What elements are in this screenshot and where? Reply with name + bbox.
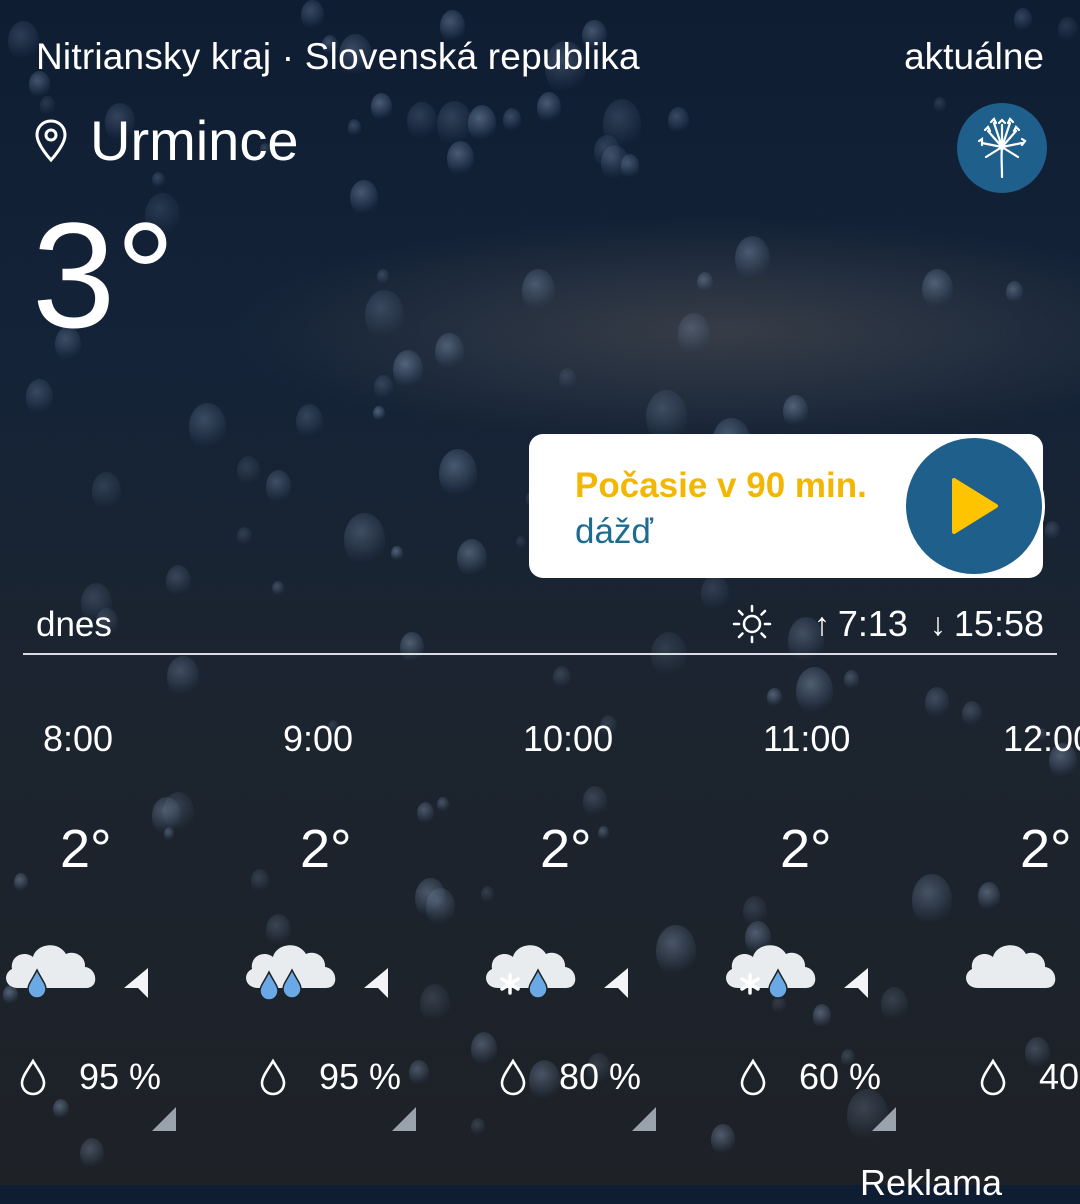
sunrise-arrow-icon: ↑ — [813, 605, 830, 642]
play-icon — [952, 478, 998, 534]
corner-triangle-icon — [632, 1107, 656, 1131]
precipitation-probability: 40 — [1039, 1056, 1080, 1097]
precipitation-drop-icon — [980, 1058, 1006, 1096]
nowcast-card[interactable]: Počasie v 90 min. dážď — [529, 434, 1043, 578]
updated-label: aktuálne — [904, 36, 1044, 77]
cloud-heavy-rain-icon — [246, 945, 336, 1001]
nowcast-play-button[interactable] — [906, 438, 1042, 574]
corner-triangle-icon — [392, 1107, 416, 1131]
location[interactable]: Urmince — [34, 108, 298, 173]
divider — [23, 653, 1057, 655]
location-pin-icon — [35, 118, 67, 162]
wind-direction-icon — [364, 968, 388, 998]
sun-icon — [732, 604, 772, 644]
hourly-item[interactable]: 11:00 2° 60 % — [720, 700, 960, 1170]
pollen-button[interactable] — [957, 103, 1047, 193]
hourly-item[interactable]: 9:00 2° 95 % — [240, 700, 480, 1170]
nowcast-title: Počasie v 90 min. — [575, 466, 867, 505]
cloud-rain-icon — [6, 945, 96, 999]
sunset-arrow-icon: ↓ — [929, 605, 946, 642]
hour-temperature: 2° — [300, 819, 352, 879]
current-temperature: 3° — [32, 191, 176, 359]
precipitation-drop-icon — [20, 1058, 46, 1096]
wind-direction-icon — [844, 968, 868, 998]
hour-time: 10:00 — [523, 718, 614, 759]
cloud-sleet-icon — [726, 945, 816, 999]
hour-time: 8:00 — [43, 718, 114, 759]
hour-temperature: 2° — [780, 819, 832, 879]
sunrise-time: 7:13 — [837, 603, 908, 644]
hour-temperature: 2° — [540, 819, 592, 879]
corner-triangle-icon — [872, 1107, 896, 1131]
corner-triangle-icon — [152, 1107, 176, 1131]
hourly-item[interactable]: 10:00 2° 80 % — [480, 700, 720, 1170]
precipitation-probability: 80 % — [559, 1056, 642, 1097]
sun-times: ↑ 7:13 ↓ 15:58 — [732, 603, 1044, 645]
ad-label: Reklama — [860, 1162, 1003, 1203]
dandelion-icon — [977, 117, 1027, 179]
region-label: Nitriansky kraj · Slovenská republika — [36, 36, 640, 77]
precipitation-drop-icon — [260, 1058, 286, 1096]
hour-temperature: 2° — [60, 819, 112, 879]
hour-time: 12:00 — [1003, 718, 1080, 759]
hour-temperature: 2° — [1020, 819, 1072, 879]
cloud-sleet-icon — [486, 945, 576, 999]
cloud-icon — [966, 945, 1056, 988]
wind-direction-icon — [124, 968, 148, 998]
hour-time: 11:00 — [763, 718, 851, 759]
precipitation-probability: 95 % — [319, 1056, 402, 1097]
hour-time: 9:00 — [283, 718, 354, 759]
today-label: dnes — [36, 605, 112, 644]
wind-direction-icon — [604, 968, 628, 998]
nowcast-subtitle: dážď — [575, 512, 653, 551]
precipitation-probability: 95 % — [79, 1056, 162, 1097]
precipitation-drop-icon — [740, 1058, 766, 1096]
precipitation-drop-icon — [500, 1058, 526, 1096]
sunset-time: 15:58 — [953, 603, 1044, 644]
precipitation-probability: 60 % — [799, 1056, 882, 1097]
hourly-item[interactable]: 8:00 2° 95 % — [0, 700, 240, 1170]
city-name: Urmince — [90, 109, 299, 172]
hourly-item[interactable]: 12:00 2° 40 — [960, 700, 1080, 1170]
